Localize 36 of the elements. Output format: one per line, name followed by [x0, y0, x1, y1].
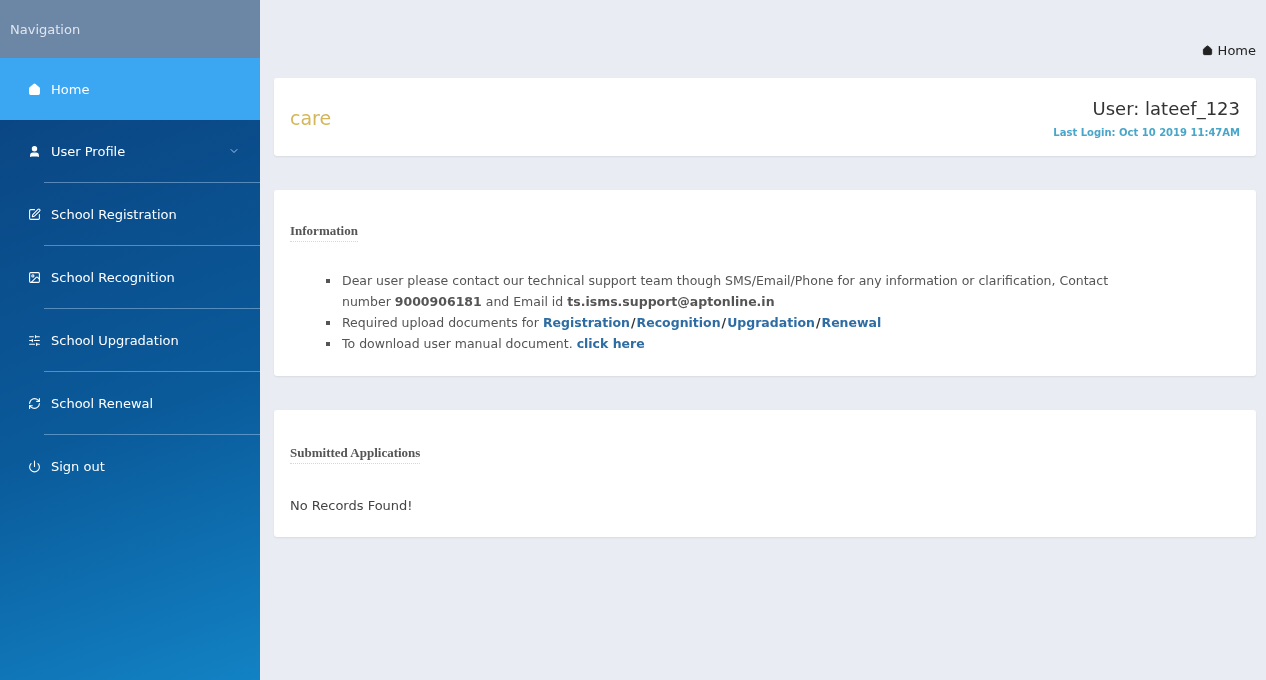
- power-icon: [28, 459, 41, 473]
- section-title: Submitted Applications: [290, 445, 421, 464]
- separator-text: /: [721, 314, 727, 332]
- sliders-icon: [28, 333, 41, 347]
- document-link[interactable]: click here: [576, 333, 645, 354]
- nav-item[interactable]: School Renewal: [0, 372, 260, 434]
- bullet-icon: [326, 321, 330, 325]
- nav-item[interactable]: School Registration: [0, 183, 260, 245]
- image-icon: [28, 270, 41, 284]
- user-icon: [28, 144, 41, 158]
- app-title: care: [290, 107, 332, 129]
- separator-text: /: [815, 314, 821, 332]
- edit-icon: [28, 207, 41, 221]
- bullet-icon: [326, 342, 330, 346]
- bullet-text: Required upload documents for: [342, 314, 539, 332]
- bullet-text: Dear user please contact our technical support team though SMS/Email/Phone for any information or clarification, Contact number 9000906181 and Email id ts.isms.support@aptonline.in: [342, 272, 1110, 311]
- sidebar-header: Navigation: [0, 0, 260, 58]
- user-name: User: lateef_123: [1091, 98, 1240, 119]
- last-login: Last Login: Oct 10 2019 11:47AM: [1053, 127, 1240, 138]
- refresh-icon: [28, 396, 41, 410]
- document-link[interactable]: Upgradation: [727, 312, 815, 333]
- nav-item[interactable]: User Profile: [0, 120, 260, 182]
- nav-item[interactable]: School Upgradation: [0, 309, 260, 371]
- document-link[interactable]: Recognition: [636, 312, 721, 333]
- home-icon: [1201, 44, 1213, 56]
- separator-text: /: [631, 314, 636, 332]
- home-icon: [28, 82, 41, 96]
- nav-item[interactable]: Sign out: [0, 435, 260, 497]
- document-link[interactable]: Renewal: [821, 312, 882, 333]
- document-link[interactable]: Registration: [542, 312, 630, 333]
- nav-item[interactable]: School Recognition: [0, 246, 260, 308]
- breadcrumb-link[interactable]: Home: [1217, 42, 1256, 58]
- bullet-text: To download user manual document.: [342, 335, 573, 353]
- empty-message: No Records Found!: [290, 498, 414, 513]
- bullet-icon: [326, 279, 330, 283]
- section-title: Information: [290, 223, 358, 242]
